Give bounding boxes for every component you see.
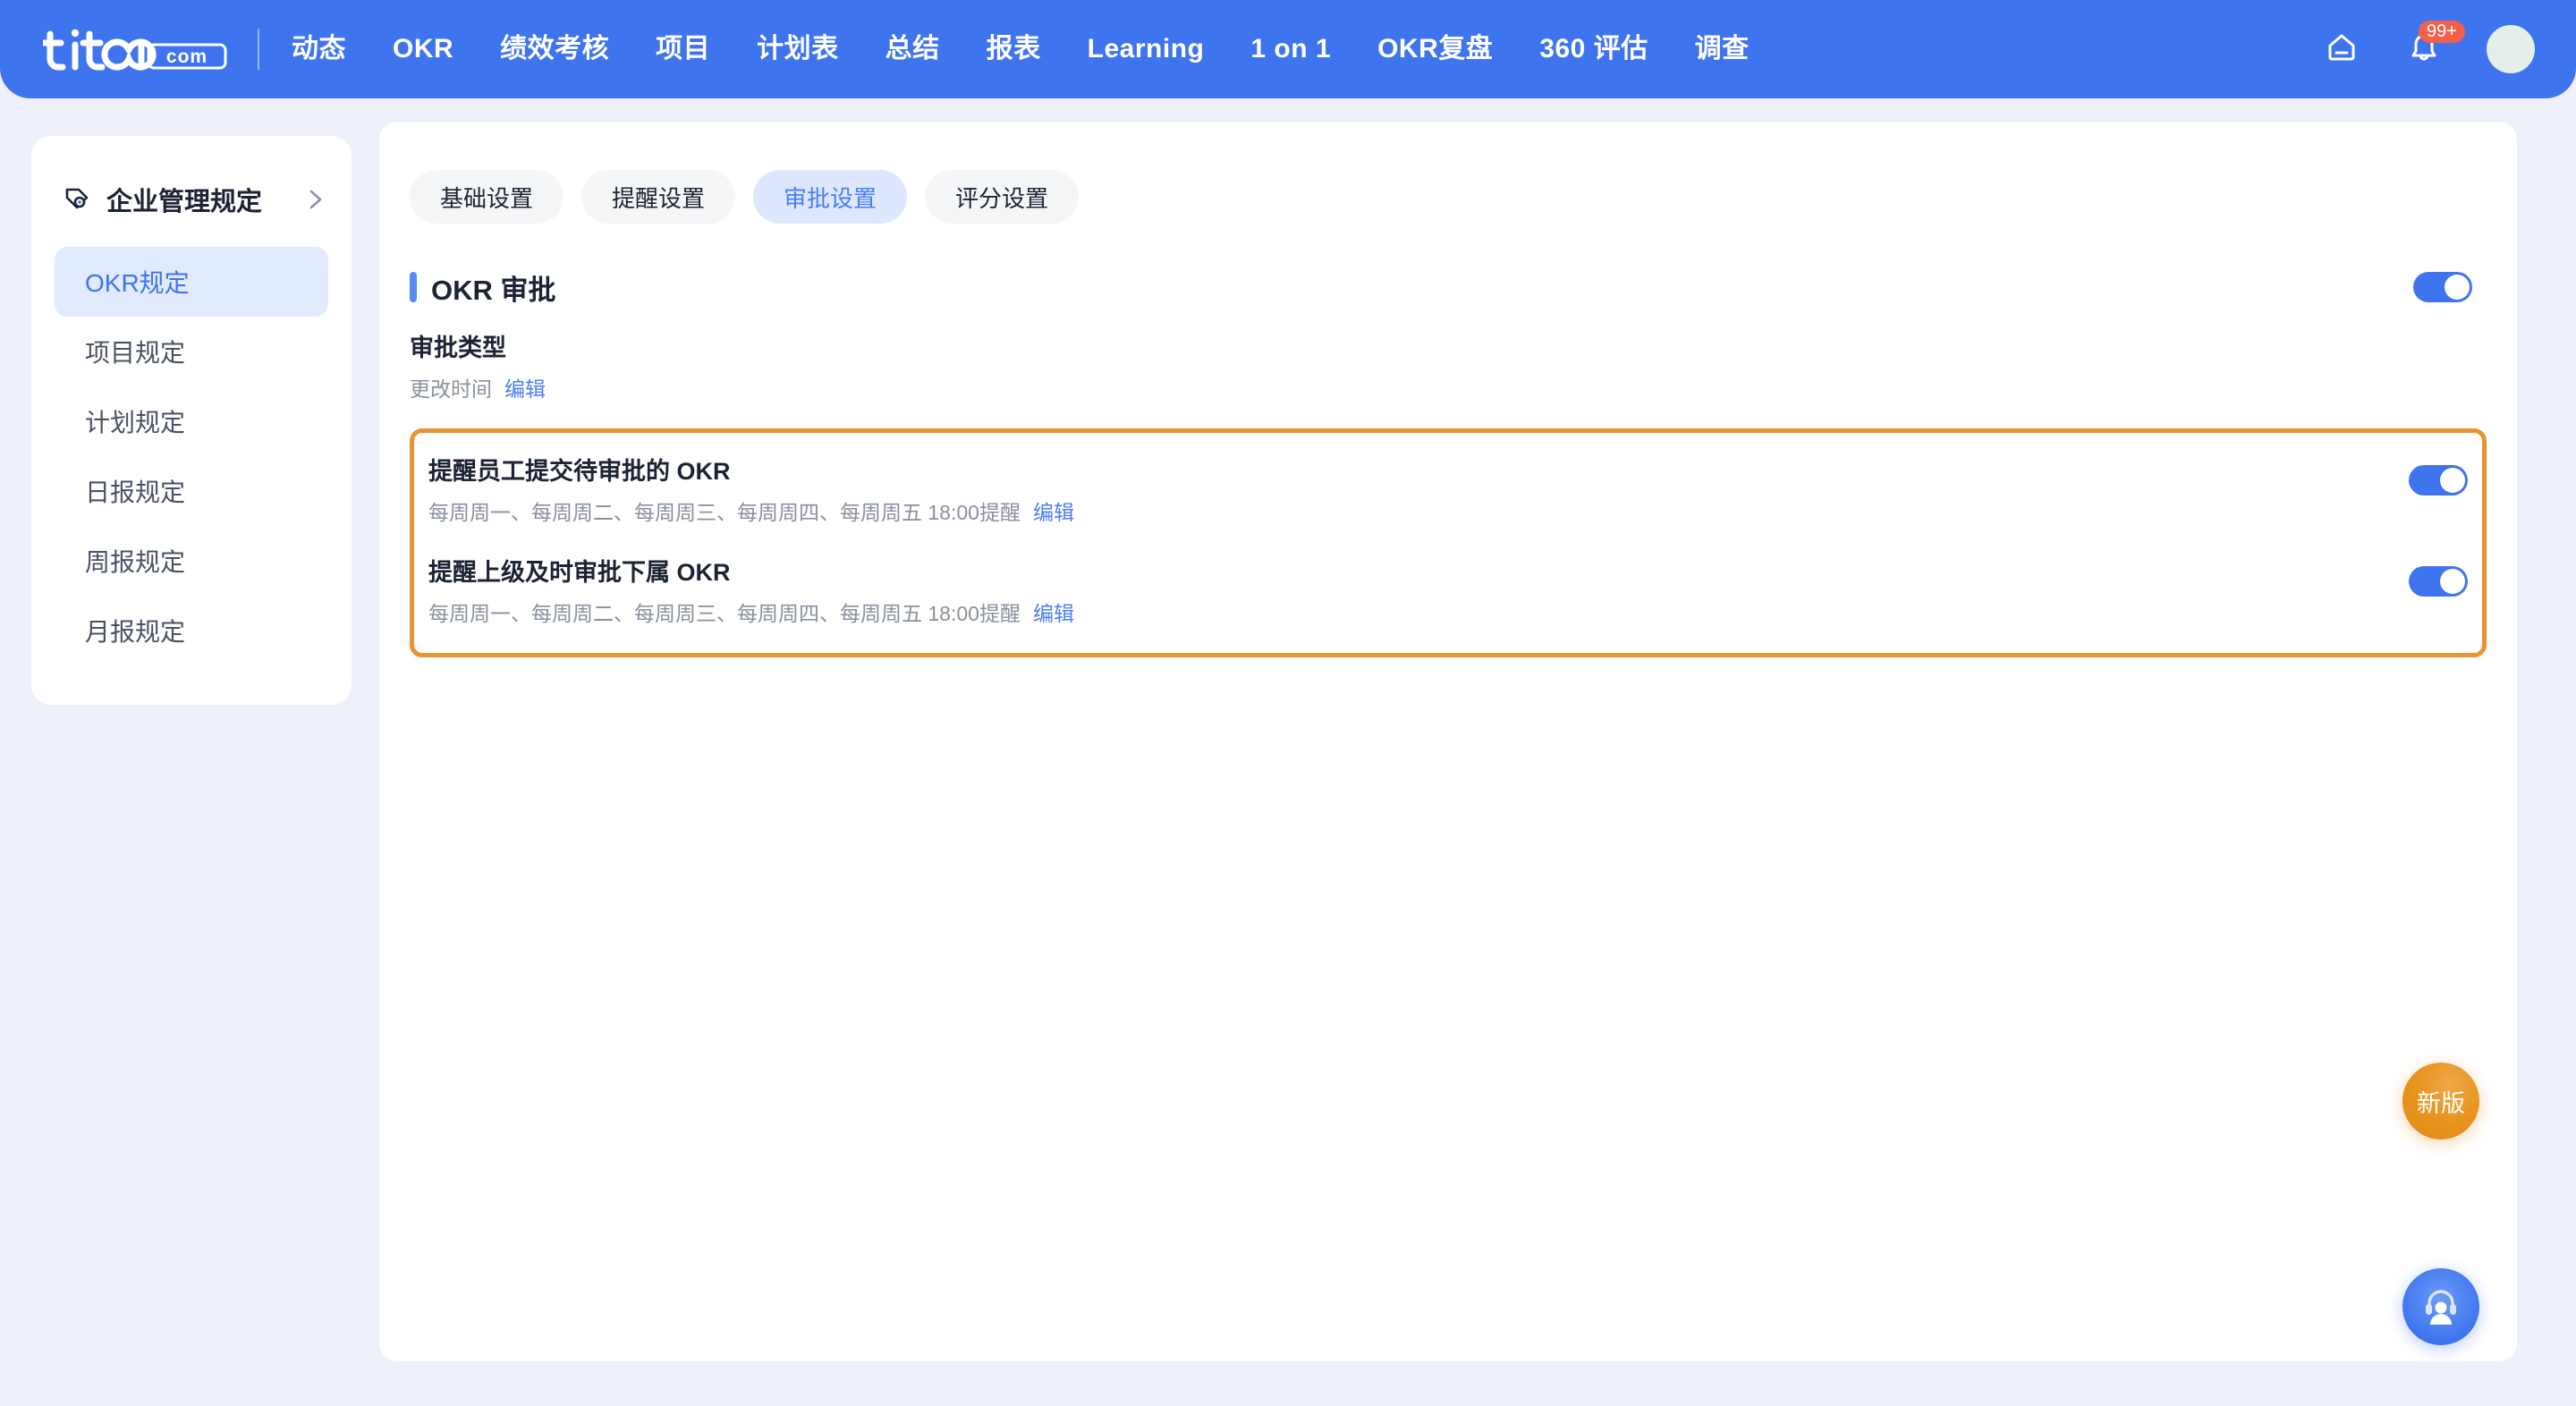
row-subtitle: 每周周一、每周周二、每周周三、每周周四、每周周五 18:00提醒 编辑: [428, 500, 2409, 527]
sidebar-item-label: 项目规定: [85, 339, 186, 367]
tab-label: 基础设置: [440, 184, 534, 212]
toggle-knob: [2440, 467, 2465, 493]
toggle-knob: [2440, 568, 2465, 594]
row-title: 提醒上级及时审批下属 OKR: [428, 558, 731, 586]
notifications-button[interactable]: 99+: [2399, 21, 2465, 74]
row-subtitle: 每周周一、每周周二、每周周三、每周周四、每周周五 18:00提醒 编辑: [428, 601, 2409, 628]
sidebar-title: 企业管理规定: [106, 188, 263, 216]
row-text: 提醒员工提交待审批的 OKR 每周周一、每周周二、每周周三、每周周四、每周周五 …: [428, 456, 2409, 527]
toggle-knob: [2445, 275, 2470, 300]
avatar[interactable]: [2487, 25, 2535, 73]
okr-approval-section-header: OKR 审批: [410, 267, 2472, 308]
new-version-button[interactable]: 新版: [2402, 1063, 2479, 1139]
chevron-right-icon[interactable]: [303, 188, 326, 211]
top-navigation-bar: com 动态 OKR 绩效考核 项目 计划表 总结 报表 Learning 1 …: [0, 0, 2576, 98]
home-button[interactable]: [2317, 24, 2367, 74]
nav-right-actions: 99+: [2317, 21, 2576, 74]
nav-item-project[interactable]: 项目: [632, 0, 733, 98]
sidebar-item-weekly-report[interactable]: 周报规定: [55, 526, 328, 596]
sidebar-item-label: 计划规定: [85, 409, 186, 436]
tab-label: 审批设置: [784, 184, 877, 212]
tab-label: 提醒设置: [612, 184, 706, 212]
tab-approval-settings[interactable]: 审批设置: [753, 170, 908, 224]
sidebar-header[interactable]: 企业管理规定: [31, 165, 352, 227]
nav-item-performance[interactable]: 绩效考核: [477, 0, 632, 98]
nav-item-360[interactable]: 360 评估: [1516, 0, 1671, 98]
nav-item-1on1[interactable]: 1 on 1: [1227, 0, 1354, 98]
sidebar-item-label: 日报规定: [85, 479, 186, 506]
tab-reminder-settings[interactable]: 提醒设置: [581, 170, 736, 224]
row-text: 审批类型 更改时间 编辑: [410, 333, 2472, 403]
nav-item-summary[interactable]: 总结: [862, 0, 963, 98]
edit-link[interactable]: 编辑: [1033, 602, 1074, 625]
section-title: OKR 审批: [431, 274, 556, 306]
sidebar-item-project[interactable]: 项目规定: [55, 317, 328, 386]
nav-item-okr-review[interactable]: OKR复盘: [1354, 0, 1516, 98]
new-version-label: 新版: [2417, 1089, 2465, 1117]
remind-employee-submit-toggle[interactable]: [2409, 464, 2468, 495]
page-body: 企业管理规定 OKR规定 项目规定 计划规定 日报规定 周报规定 月报规定 基础…: [0, 98, 2576, 1406]
nav-item-okr[interactable]: OKR: [369, 0, 477, 98]
nav-item-survey[interactable]: 调查: [1672, 0, 1773, 98]
remind-manager-approve-toggle[interactable]: [2409, 565, 2468, 597]
approval-settings-list: 审批类型 更改时间 编辑: [379, 333, 2517, 403]
row-text: 提醒上级及时审批下属 OKR 每周周一、每周周二、每周周三、每周周四、每周周五 …: [428, 557, 2409, 628]
sidebar: 企业管理规定 OKR规定 项目规定 计划规定 日报规定 周报规定 月报规定: [31, 136, 352, 705]
nav-item-report[interactable]: 报表: [963, 0, 1064, 98]
row-remind-employee-submit: 提醒员工提交待审批的 OKR 每周周一、每周周二、每周周三、每周周四、每周周五 …: [414, 456, 2482, 527]
highlighted-reminder-group: 提醒员工提交待审批的 OKR 每周周一、每周周二、每周周三、每周周四、每周周五 …: [410, 428, 2487, 657]
row-title: 提醒员工提交待审批的 OKR: [428, 457, 731, 485]
sidebar-item-okr[interactable]: OKR规定: [55, 247, 328, 317]
tag-icon: [62, 184, 92, 215]
svg-text:com: com: [166, 47, 208, 67]
tab-scoring-settings[interactable]: 评分设置: [925, 170, 1080, 224]
row-subtitle-text: 每周周一、每周周二、每周周三、每周周四、每周周五 18:00提醒: [428, 602, 1021, 626]
tab-basic-settings[interactable]: 基础设置: [410, 170, 564, 224]
row-approval-type: 审批类型 更改时间 编辑: [379, 333, 2517, 403]
nav-item-dongtai[interactable]: 动态: [268, 0, 369, 98]
nav-item-learning[interactable]: Learning: [1064, 0, 1228, 98]
home-icon: [2323, 29, 2360, 71]
row-title: 审批类型: [410, 335, 506, 361]
headset-support-icon: [2418, 1282, 2464, 1333]
sidebar-item-label: OKR规定: [85, 269, 190, 297]
edit-link[interactable]: 编辑: [504, 377, 546, 401]
sidebar-item-label: 周报规定: [85, 548, 186, 576]
customer-support-button[interactable]: [2402, 1268, 2479, 1345]
nav-items: 动态 OKR 绩效考核 项目 计划表 总结 报表 Learning 1 on 1…: [268, 0, 1773, 98]
main-content-panel: 基础设置 提醒设置 审批设置 评分设置 OKR 审批 审批类型 更改时间 编辑 …: [379, 122, 2517, 1361]
settings-tabbar: 基础设置 提醒设置 审批设置 评分设置: [379, 122, 2517, 224]
sidebar-menu: OKR规定 项目规定 计划规定 日报规定 周报规定 月报规定: [31, 247, 352, 665]
nav-divider: [258, 29, 259, 70]
okr-approval-master-toggle[interactable]: [2413, 272, 2472, 302]
row-subtitle: 更改时间 编辑: [410, 377, 2472, 403]
row-remind-manager-approve: 提醒上级及时审批下属 OKR 每周周一、每周周二、每周周三、每周周四、每周周五 …: [414, 557, 2482, 628]
sidebar-item-label: 月报规定: [85, 618, 186, 646]
sidebar-item-plan[interactable]: 计划规定: [55, 386, 328, 456]
section-accent-bar: [410, 272, 417, 302]
nav-item-plan[interactable]: 计划表: [733, 0, 862, 98]
row-subtitle-text: 更改时间: [410, 377, 492, 402]
tab-label: 评分设置: [955, 184, 1049, 212]
brand-logo[interactable]: com: [43, 23, 238, 75]
notification-badge: 99+: [2419, 21, 2465, 43]
row-subtitle-text: 每周周一、每周周二、每周周三、每周周四、每周周五 18:00提醒: [428, 501, 1021, 525]
sidebar-item-daily-report[interactable]: 日报规定: [55, 456, 328, 526]
sidebar-item-monthly-report[interactable]: 月报规定: [55, 596, 328, 665]
edit-link[interactable]: 编辑: [1033, 501, 1074, 524]
